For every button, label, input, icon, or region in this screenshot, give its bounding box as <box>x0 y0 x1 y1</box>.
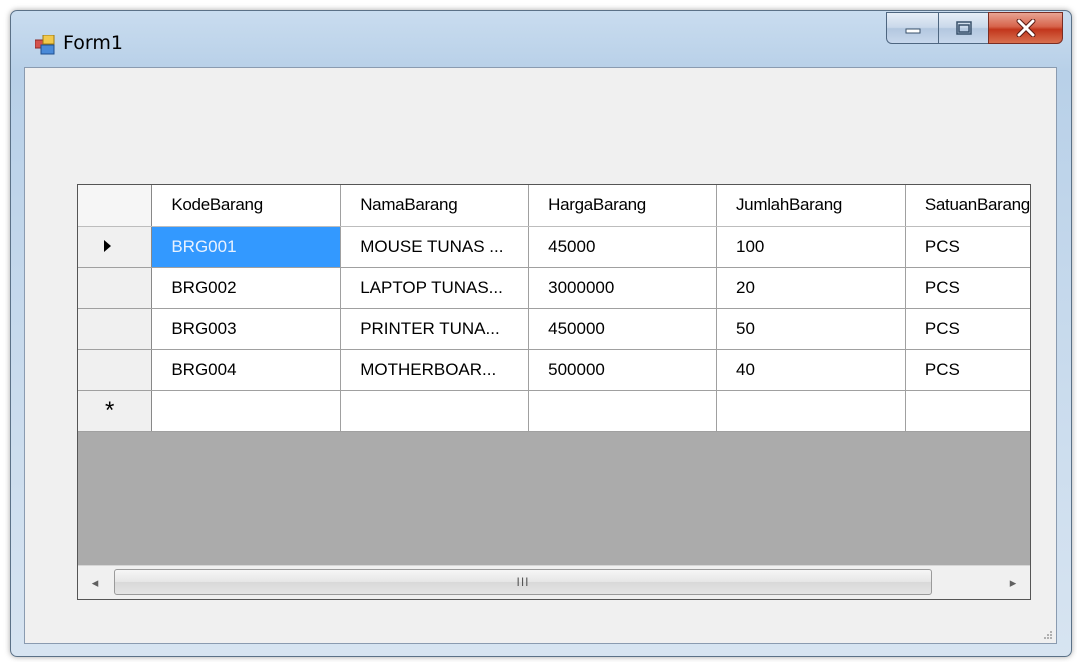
grid-cell[interactable] <box>905 390 1030 432</box>
window: Form1 KodeBarang NamaBarang HargaBarang … <box>10 10 1072 657</box>
grip-icon: III <box>516 575 530 589</box>
data-grid[interactable]: KodeBarang NamaBarang HargaBarang Jumlah… <box>77 184 1031 600</box>
table-row: BRG003 PRINTER TUNA... 450000 50 PCS <box>78 308 1030 350</box>
header-row: KodeBarang NamaBarang HargaBarang Jumlah… <box>78 185 1030 227</box>
minimize-icon <box>905 28 920 34</box>
grid-cell[interactable]: 450000 <box>528 308 717 350</box>
row-header[interactable] <box>78 308 153 350</box>
size-grip-icon[interactable] <box>1042 629 1052 639</box>
maximize-button[interactable] <box>938 12 988 44</box>
arrow-right-icon: ▸ <box>1009 574 1017 590</box>
grid-cell[interactable]: 45000 <box>528 226 717 268</box>
row-header[interactable] <box>78 349 153 391</box>
row-header[interactable] <box>78 226 153 268</box>
current-row-icon <box>104 239 112 252</box>
row-header[interactable] <box>78 267 153 309</box>
grid-cell[interactable]: 50 <box>716 308 906 350</box>
scroll-right-button[interactable]: ▸ <box>996 566 1030 599</box>
column-header-satuanbarang[interactable]: SatuanBarang <box>905 185 1030 227</box>
grid-cell[interactable]: PCS <box>905 267 1030 309</box>
grid-cell[interactable]: PCS <box>905 308 1030 350</box>
row-header[interactable]: * <box>78 390 153 432</box>
form-icon <box>35 35 55 55</box>
column-header-hargabarang[interactable]: HargaBarang <box>528 185 717 227</box>
grid-cell[interactable]: BRG003 <box>151 308 342 350</box>
window-title: Form1 <box>63 32 123 54</box>
grid-cell[interactable] <box>151 390 342 432</box>
column-header-jumlahbarang[interactable]: JumlahBarang <box>716 185 906 227</box>
title-bar[interactable]: Form1 <box>11 11 1071 67</box>
grid-cell[interactable]: LAPTOP TUNAS... <box>340 267 530 309</box>
grid-cell[interactable]: 3000000 <box>528 267 717 309</box>
grid-cell[interactable]: BRG002 <box>151 267 342 309</box>
minimize-button[interactable] <box>886 12 938 44</box>
grid-cell[interactable]: MOUSE TUNAS ... <box>340 226 530 268</box>
grid-cell[interactable] <box>716 390 906 432</box>
form-client-area: KodeBarang NamaBarang HargaBarang Jumlah… <box>24 67 1057 644</box>
new-row-icon: * <box>105 396 115 424</box>
column-header-namabarang[interactable]: NamaBarang <box>340 185 530 227</box>
grid-cell[interactable]: PRINTER TUNA... <box>340 308 530 350</box>
top-left-header-cell[interactable] <box>78 185 153 227</box>
arrow-left-icon: ◂ <box>91 574 99 590</box>
grid-cell[interactable] <box>340 390 530 432</box>
grid-cell[interactable]: 500000 <box>528 349 717 391</box>
new-row: * <box>78 390 1030 432</box>
maximize-icon <box>955 21 972 35</box>
grid-cell[interactable]: BRG001 <box>151 226 342 268</box>
close-button[interactable] <box>988 12 1063 44</box>
table-row: BRG001 MOUSE TUNAS ... 45000 100 PCS <box>78 226 1030 268</box>
column-header-kodebarang[interactable]: KodeBarang <box>151 185 342 227</box>
grid-cell[interactable] <box>528 390 717 432</box>
grid-cell[interactable]: BRG004 <box>151 349 342 391</box>
grid-cell[interactable]: PCS <box>905 226 1030 268</box>
scrollbar-thumb[interactable]: III <box>114 569 932 595</box>
close-icon <box>1016 19 1035 37</box>
table-row: BRG002 LAPTOP TUNAS... 3000000 20 PCS <box>78 267 1030 309</box>
horizontal-scrollbar[interactable]: ◂ III ▸ <box>78 565 1030 599</box>
table-row: BRG004 MOTHERBOAR... 500000 40 PCS <box>78 349 1030 391</box>
grid-cell[interactable]: 40 <box>716 349 906 391</box>
grid-cell[interactable]: 100 <box>716 226 906 268</box>
grid-cell[interactable]: 20 <box>716 267 906 309</box>
caption-buttons <box>886 12 1063 46</box>
scroll-left-button[interactable]: ◂ <box>78 566 112 599</box>
grid-cell[interactable]: MOTHERBOAR... <box>340 349 530 391</box>
grid-table: KodeBarang NamaBarang HargaBarang Jumlah… <box>78 185 1030 432</box>
grid-cell[interactable]: PCS <box>905 349 1030 391</box>
